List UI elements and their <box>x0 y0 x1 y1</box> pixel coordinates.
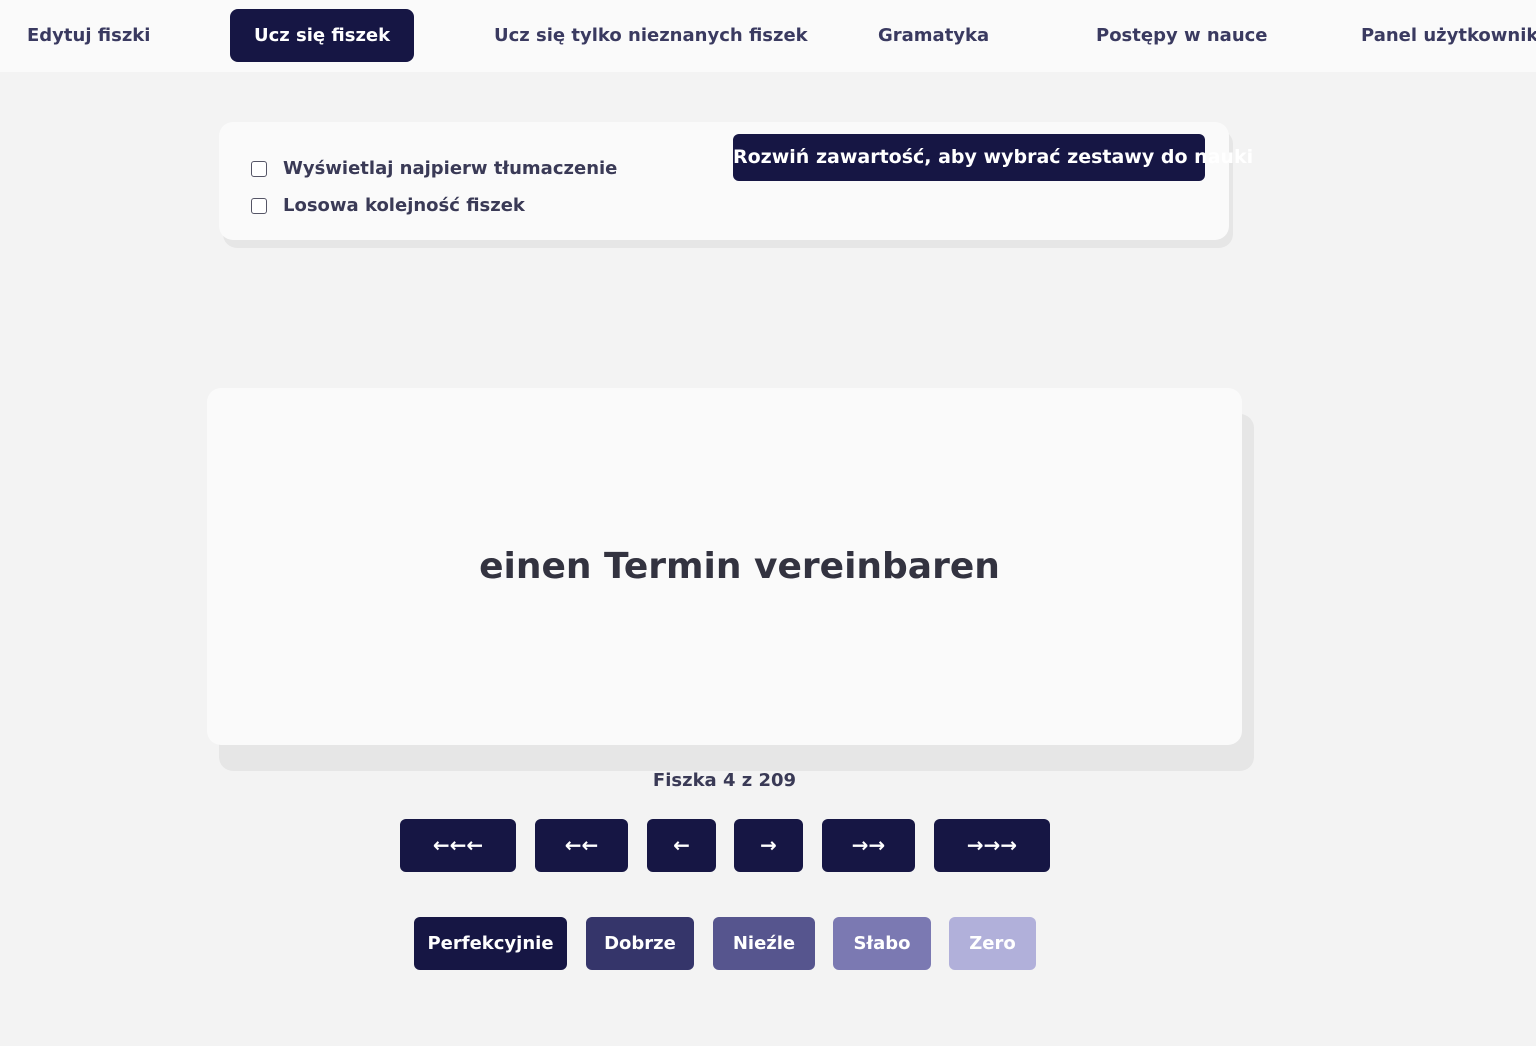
random-order-label: Losowa kolejność fiszek <box>283 195 525 216</box>
jump-forward-far-button[interactable]: →→→ <box>934 819 1050 872</box>
jump-back-far-button[interactable]: ←←← <box>400 819 516 872</box>
previous-card-button[interactable]: ← <box>647 819 716 872</box>
show-translation-first-checkbox[interactable] <box>251 160 267 177</box>
nav-edit-flashcards[interactable]: Edytuj fiszki <box>27 9 150 62</box>
next-card-button[interactable]: → <box>734 819 803 872</box>
top-navigation: Edytuj fiszki Ucz się fiszek Ucz się tyl… <box>0 0 1536 72</box>
rate-good-button[interactable]: Dobrze <box>586 917 694 970</box>
nav-learn-flashcards[interactable]: Ucz się fiszek <box>230 9 415 62</box>
jump-back-button[interactable]: ←← <box>535 819 628 872</box>
study-options-panel: Wyświetlaj najpierw tłumaczenie Losowa k… <box>219 122 1253 240</box>
jump-forward-button[interactable]: →→ <box>822 819 915 872</box>
nav-learn-unknown-flashcards[interactable]: Ucz się tylko nieznanych fiszek <box>494 9 808 62</box>
rate-perfect-button[interactable]: Perfekcyjnie <box>414 917 567 970</box>
rate-zero-button[interactable]: Zero <box>949 917 1036 970</box>
show-translation-first-label: Wyświetlaj najpierw tłumaczenie <box>283 158 618 179</box>
rate-weak-button[interactable]: Słabo <box>833 917 931 970</box>
expand-sets-button[interactable]: Rozwiń zawartość, aby wybrać zestawy do … <box>733 134 1253 181</box>
show-translation-first-option[interactable]: Wyświetlaj najpierw tłumaczenie <box>251 158 617 179</box>
flashcard-counter: Fiszka 4 z 209 <box>652 770 797 791</box>
random-order-checkbox[interactable] <box>251 197 267 214</box>
flashcard-term: einen Termin vereinbaren <box>479 546 1000 587</box>
flashcard[interactable]: einen Termin vereinbaren <box>207 388 1242 745</box>
random-order-option[interactable]: Losowa kolejność fiszek <box>251 195 525 216</box>
nav-grammar[interactable]: Gramatyka <box>878 9 989 62</box>
nav-learning-progress[interactable]: Postępy w nauce <box>1096 9 1268 62</box>
nav-user-panel[interactable]: Panel użytkownika <box>1361 9 1536 62</box>
rate-decent-button[interactable]: Nieźle <box>713 917 815 970</box>
